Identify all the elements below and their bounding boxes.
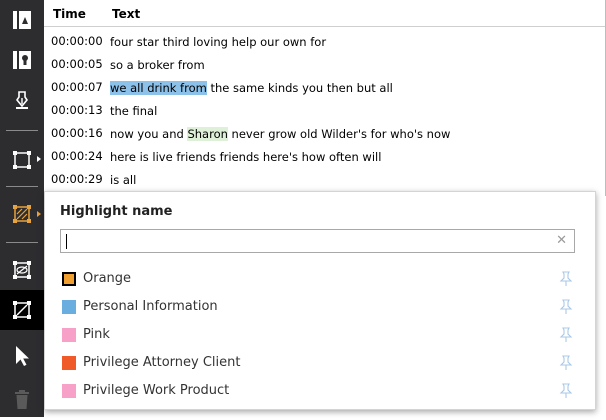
row-text[interactable]: we all drink from the same kinds you the…	[110, 81, 393, 95]
panel-left-button[interactable]	[0, 0, 44, 40]
row-time: 00:00:24	[51, 149, 103, 163]
color-swatch	[62, 300, 76, 314]
highlight-region-icon	[13, 205, 31, 223]
color-swatch	[62, 356, 76, 370]
row-time: 00:00:00	[51, 34, 103, 48]
pin-icon[interactable]	[559, 299, 573, 315]
submenu-arrow-icon	[37, 156, 41, 162]
text-column-header[interactable]: Text	[112, 7, 140, 21]
color-swatch	[62, 384, 76, 398]
highlight-name-popup: Highlight name ✕ Orange Personal Informa…	[44, 191, 596, 410]
pointer-tool-button[interactable]	[0, 336, 44, 376]
redact-select-icon	[13, 301, 31, 319]
row-text[interactable]: so a broker from	[110, 58, 205, 72]
tool-sidebar	[0, 0, 44, 417]
panel-left-icon	[13, 11, 31, 29]
row-time: 00:00:16	[51, 126, 103, 140]
pin-icon[interactable]	[559, 383, 573, 399]
pin-icon[interactable]	[559, 271, 573, 287]
pin-icon[interactable]	[559, 355, 573, 371]
color-swatch	[62, 328, 76, 342]
option-label: Orange	[83, 271, 132, 286]
popup-title: Highlight name	[60, 204, 173, 219]
pin-icon[interactable]	[559, 327, 573, 343]
trash-icon	[15, 390, 29, 409]
toolbar-divider	[6, 186, 38, 187]
color-swatch	[62, 272, 76, 286]
existing-highlight[interactable]: Sharon	[187, 127, 228, 141]
option-label: Pink	[83, 327, 110, 342]
delete-button[interactable]	[0, 380, 44, 420]
text-selection[interactable]: we all drink from	[110, 81, 207, 95]
pointer-icon	[16, 346, 29, 366]
row-text[interactable]: the final	[110, 104, 157, 118]
row-time: 00:00:29	[51, 172, 103, 186]
row-time: 00:00:07	[51, 80, 103, 94]
option-label: Privilege Work Product	[83, 383, 230, 398]
highlight-option-privilege-work-product[interactable]: Privilege Work Product	[60, 381, 575, 403]
row-text[interactable]: is all	[110, 173, 136, 187]
panel-dark-icon	[13, 51, 31, 69]
toolbar-divider	[6, 242, 38, 243]
highlight-option-personal-information[interactable]: Personal Information	[60, 297, 575, 319]
text-caret	[66, 234, 67, 249]
highlight-option-pink[interactable]: Pink	[60, 325, 575, 347]
highlight-option-privilege-attorney-client[interactable]: Privilege Attorney Client	[60, 353, 575, 375]
hide-region-icon	[13, 261, 31, 279]
submenu-arrow-icon	[37, 211, 41, 217]
row-text[interactable]: now you and Sharon never grow old Wilder…	[110, 127, 450, 141]
redact-region-icon	[13, 151, 31, 169]
option-label: Privilege Attorney Client	[83, 355, 241, 370]
panel-dark-button[interactable]	[0, 40, 44, 80]
highlight-search-input[interactable]: ✕	[60, 229, 575, 253]
time-column-header[interactable]: Time	[53, 7, 86, 21]
transcript-table: Time Text 00:00:00 four star third lovin…	[44, 0, 606, 196]
row-time: 00:00:13	[51, 103, 103, 117]
header-divider	[44, 26, 605, 27]
pen-tool-button[interactable]	[0, 80, 44, 120]
row-text[interactable]: four star third loving help our own for	[110, 35, 326, 49]
row-time: 00:00:05	[51, 57, 103, 71]
toolbar-divider	[6, 130, 38, 131]
option-label: Personal Information	[83, 299, 218, 314]
pen-nib-icon	[16, 91, 28, 109]
redact-select-button[interactable]	[0, 290, 44, 330]
row-text[interactable]: here is live friends friends here's how …	[110, 150, 381, 164]
highlight-option-orange[interactable]: Orange	[60, 269, 575, 291]
hide-region-button[interactable]	[0, 250, 44, 290]
close-icon[interactable]: ✕	[556, 233, 567, 249]
